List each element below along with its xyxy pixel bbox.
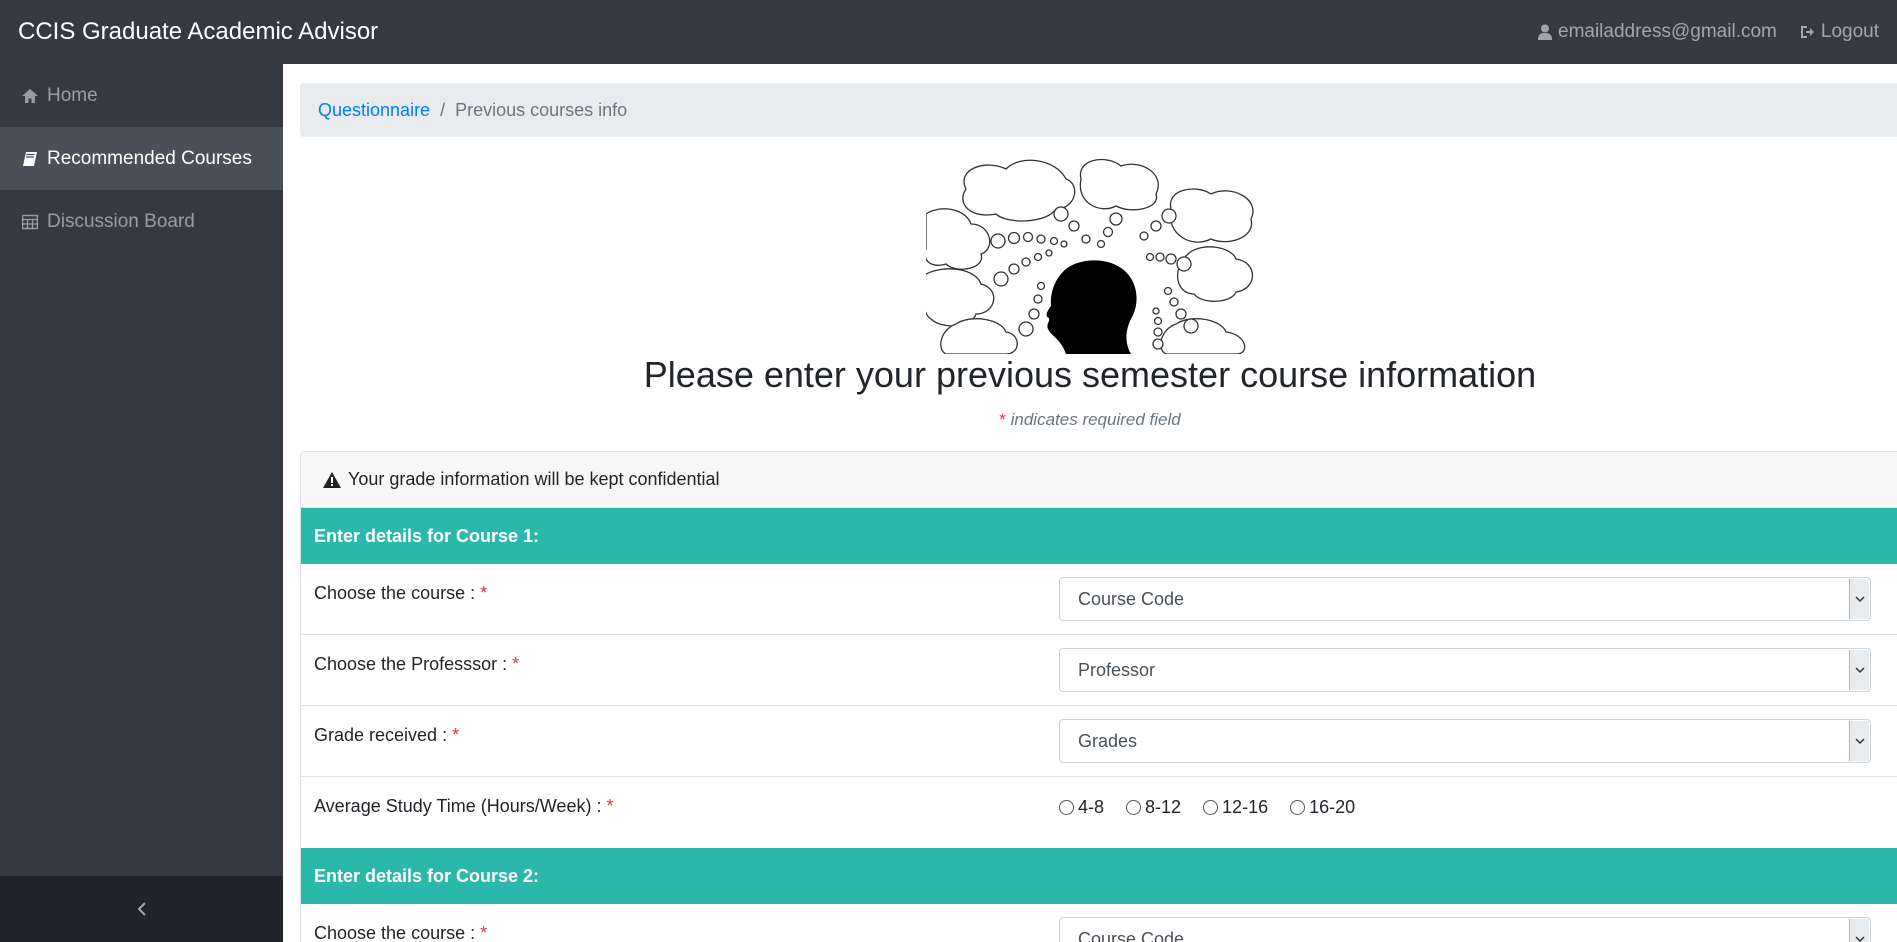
select-value: Course Code xyxy=(1078,928,1185,942)
course-1-professor-select[interactable]: Professor xyxy=(1059,648,1871,692)
course-1-grade-select[interactable]: Grades xyxy=(1059,719,1871,763)
sidebar: Home Recommended Courses Discussion Boar… xyxy=(0,64,283,942)
sidebar-toggle-button[interactable] xyxy=(0,876,283,942)
breadcrumb-separator: / xyxy=(440,99,446,120)
chevron-down-icon xyxy=(1849,650,1869,690)
radio-button[interactable] xyxy=(1290,800,1306,815)
sidebar-item-label: Recommended Courses xyxy=(47,147,252,169)
chevron-down-icon xyxy=(1849,579,1869,619)
logout-link[interactable]: Logout xyxy=(1799,21,1879,43)
study-time-option-12-16[interactable]: 12-16 xyxy=(1203,797,1268,818)
course-form-card: Your grade information will be kept conf… xyxy=(300,451,1897,942)
course-label: Choose the course : * xyxy=(314,583,487,604)
required-star: * xyxy=(480,583,488,603)
app-brand[interactable]: CCIS Graduate Academic Advisor xyxy=(18,18,378,46)
navbar-right: emailaddress@gmail.com Logout xyxy=(1538,21,1879,43)
study-time-option-16-20[interactable]: 16-20 xyxy=(1290,797,1355,818)
select-value: Professor xyxy=(1078,659,1156,680)
breadcrumb-link-questionnaire[interactable]: Questionnaire xyxy=(318,100,430,121)
course-1-study-time-row: Average Study Time (Hours/Week) : * 4-8 … xyxy=(301,777,1897,848)
sidebar-item-label: Home xyxy=(47,84,98,106)
sidebar-item-label: Discussion Board xyxy=(47,210,195,232)
study-time-radio-group: 4-8 8-12 12-16 16-20 xyxy=(1059,797,1355,818)
chevron-left-icon xyxy=(137,902,146,916)
user-email-link[interactable]: emailaddress@gmail.com xyxy=(1538,21,1777,43)
required-star: * xyxy=(512,654,520,674)
study-time-label: Average Study Time (Hours/Week) : * xyxy=(314,796,613,817)
professor-label: Choose the Professsor : * xyxy=(314,654,519,675)
course-1-header: Enter details for Course 1: xyxy=(301,508,1897,564)
logout-icon xyxy=(1800,26,1814,38)
confidentiality-notice: Your grade information will be kept conf… xyxy=(301,452,1897,508)
select-value: Grades xyxy=(1078,730,1138,751)
sidebar-item-recommended-courses[interactable]: Recommended Courses xyxy=(0,127,283,190)
required-note-text: indicates required field xyxy=(1010,410,1181,429)
breadcrumb: Questionnaire / Previous courses info xyxy=(300,83,1897,137)
required-star: * xyxy=(606,796,614,816)
home-icon xyxy=(22,88,38,103)
radio-label: 16-20 xyxy=(1309,797,1356,817)
page-title: Please enter your previous semester cour… xyxy=(643,354,1537,395)
course-1-course-select[interactable]: Course Code xyxy=(1059,577,1871,621)
radio-label: 12-16 xyxy=(1222,797,1269,817)
course-1-course-row: Choose the course : * Course Code xyxy=(301,564,1897,635)
course-2-header: Enter details for Course 2: xyxy=(301,848,1897,904)
select-value: Course Code xyxy=(1078,588,1185,609)
course-label-text: Choose the course : xyxy=(314,923,476,942)
chevron-down-icon xyxy=(1849,919,1869,942)
study-time-option-4-8[interactable]: 4-8 xyxy=(1059,797,1104,818)
table-icon xyxy=(22,214,38,229)
user-icon xyxy=(1538,24,1552,40)
radio-label: 8-12 xyxy=(1145,797,1182,817)
notice-text: Your grade information will be kept conf… xyxy=(348,469,720,489)
professor-label-text: Choose the Professsor : xyxy=(314,654,508,674)
user-email: emailaddress@gmail.com xyxy=(1558,21,1777,42)
grade-label: Grade received : * xyxy=(314,725,459,746)
required-star: * xyxy=(480,923,488,942)
chevron-down-icon xyxy=(1849,721,1869,761)
course-2-course-row: Choose the course : * Course Code xyxy=(301,904,1897,942)
warning-icon xyxy=(323,471,341,488)
grade-label-text: Grade received : xyxy=(314,725,448,745)
course-2-course-select[interactable]: Course Code xyxy=(1059,917,1871,942)
book-icon xyxy=(23,151,37,166)
thinking-head-illustration xyxy=(926,158,1254,354)
required-field-note: * indicates required field xyxy=(300,410,1880,430)
radio-button[interactable] xyxy=(1059,800,1074,815)
radio-button[interactable] xyxy=(1203,800,1219,815)
sidebar-item-discussion-board[interactable]: Discussion Board xyxy=(0,190,283,253)
study-time-label-text: Average Study Time (Hours/Week) : xyxy=(314,796,602,816)
required-star: * xyxy=(999,410,1006,429)
main-content: Questionnaire / Previous courses info Pl… xyxy=(283,64,1897,942)
radio-label: 4-8 xyxy=(1078,797,1105,817)
breadcrumb-current: Previous courses info xyxy=(455,99,628,120)
course-label-text: Choose the course : xyxy=(314,583,476,603)
top-navbar: CCIS Graduate Academic Advisor emailaddr… xyxy=(0,0,1897,64)
logout-label: Logout xyxy=(1820,21,1879,42)
course-1-grade-row: Grade received : * Grades xyxy=(301,706,1897,777)
required-star: * xyxy=(452,725,460,745)
radio-button[interactable] xyxy=(1126,800,1142,815)
course-label: Choose the course : * xyxy=(314,923,487,942)
course-1-professor-row: Choose the Professsor : * Professor xyxy=(301,635,1897,706)
study-time-option-8-12[interactable]: 8-12 xyxy=(1126,797,1181,818)
sidebar-item-home[interactable]: Home xyxy=(0,64,283,127)
